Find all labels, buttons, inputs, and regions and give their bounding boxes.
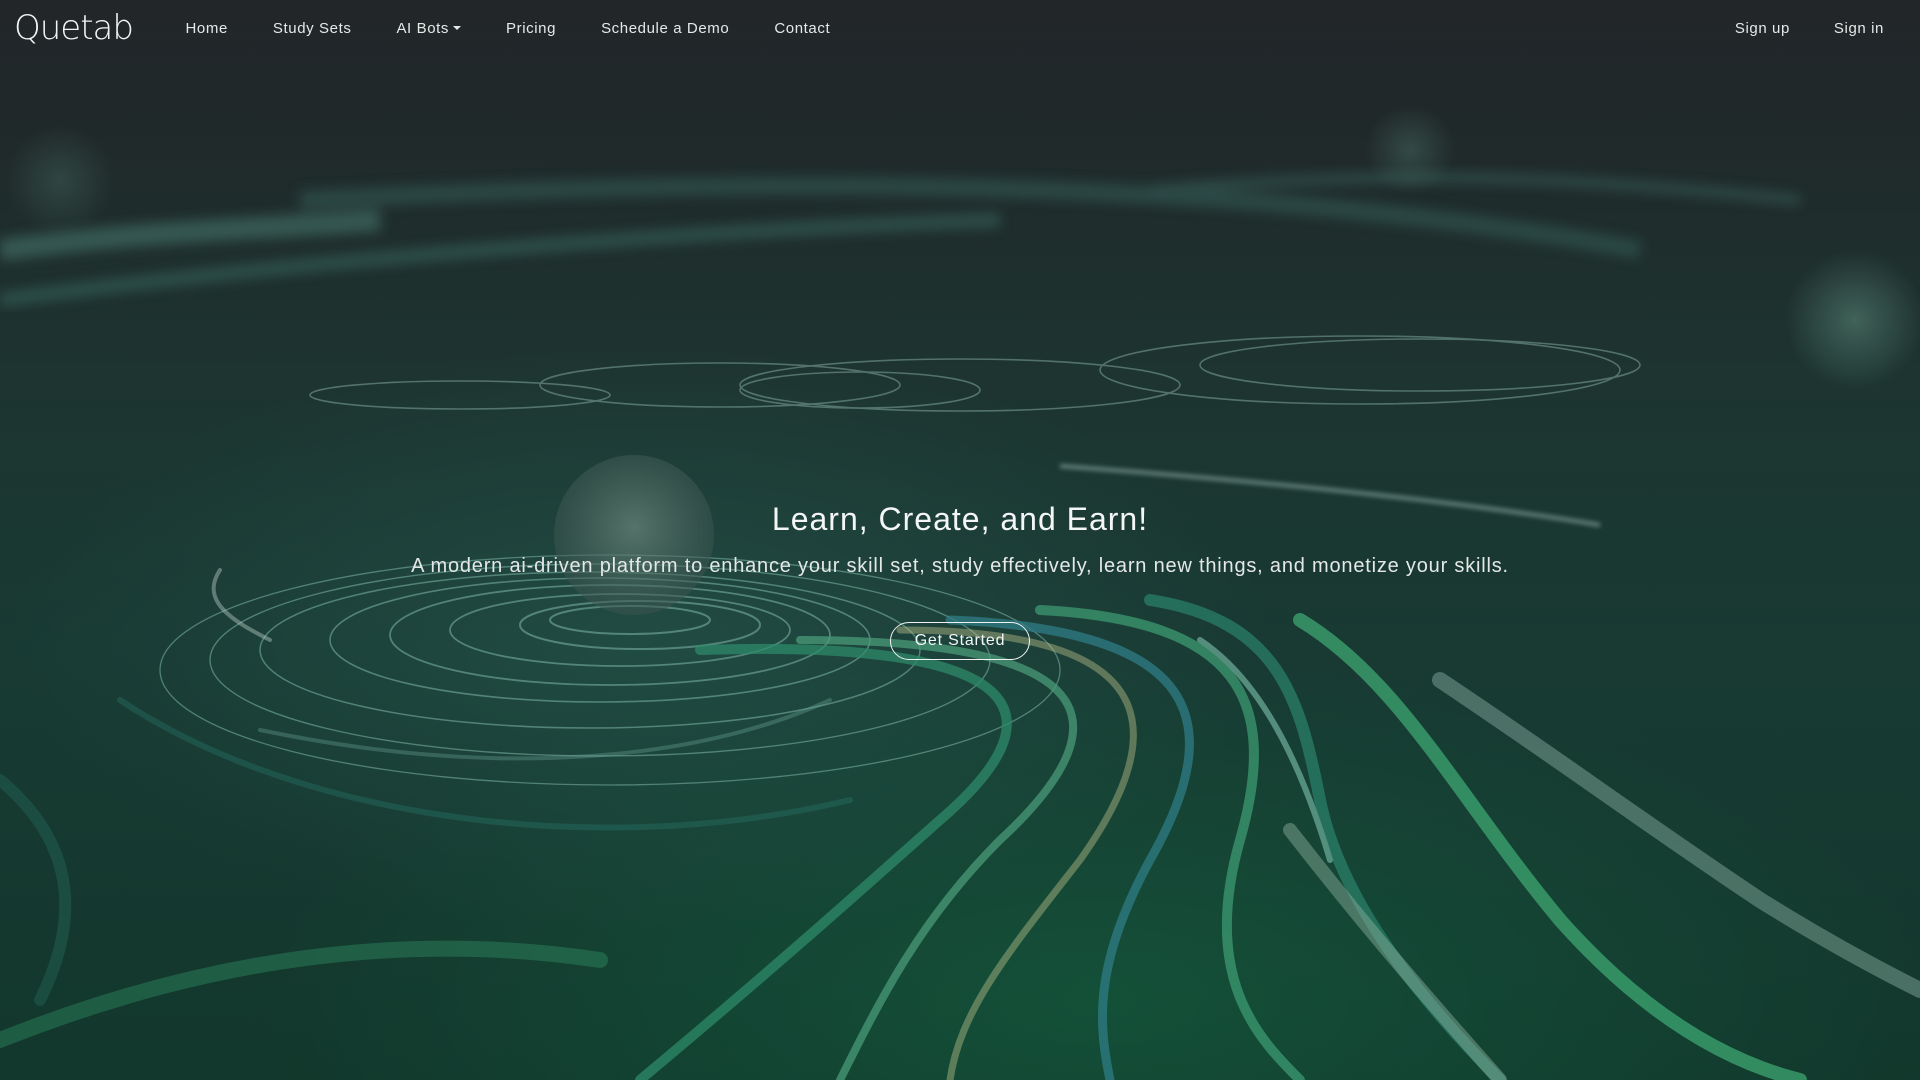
auth-nav: Sign up Sign in bbox=[1713, 12, 1906, 45]
nav-study-sets[interactable]: Study Sets bbox=[250, 12, 374, 45]
nav-home[interactable]: Home bbox=[163, 12, 250, 45]
nav-pricing[interactable]: Pricing bbox=[484, 12, 579, 45]
nav-ai-bots-dropdown[interactable]: AI Bots bbox=[374, 12, 484, 45]
sign-in-link[interactable]: Sign in bbox=[1812, 12, 1906, 45]
brand-logo[interactable]: Quetab bbox=[14, 11, 134, 45]
hero-subtitle: A modern ai-driven platform to enhance y… bbox=[411, 555, 1509, 578]
get-started-button[interactable]: Get Started bbox=[889, 622, 1031, 661]
primary-nav: Home Study Sets AI Bots Pricing Schedule… bbox=[163, 12, 853, 45]
landing-page: Quetab Home Study Sets AI Bots Pricing S… bbox=[0, 0, 1920, 1080]
hero-section: Learn, Create, and Earn! A modern ai-dri… bbox=[0, 500, 1920, 661]
nav-ai-bots-label: AI Bots bbox=[396, 19, 450, 37]
nav-contact[interactable]: Contact bbox=[752, 12, 853, 45]
caret-down-icon bbox=[453, 26, 462, 30]
hero-title: Learn, Create, and Earn! bbox=[771, 501, 1149, 537]
nav-schedule-demo[interactable]: Schedule a Demo bbox=[579, 12, 752, 45]
sign-up-link[interactable]: Sign up bbox=[1713, 12, 1812, 45]
top-navbar: Quetab Home Study Sets AI Bots Pricing S… bbox=[0, 0, 1920, 56]
